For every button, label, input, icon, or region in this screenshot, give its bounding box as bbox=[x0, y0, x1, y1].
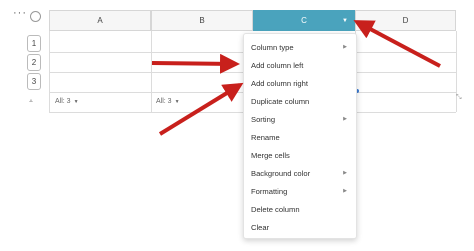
annotation-arrows bbox=[151, 20, 441, 136]
arrow-to-add-column-right bbox=[158, 82, 244, 136]
arrow-to-add-column-left bbox=[151, 53, 240, 74]
arrow-to-column-c-caret bbox=[353, 20, 441, 68]
